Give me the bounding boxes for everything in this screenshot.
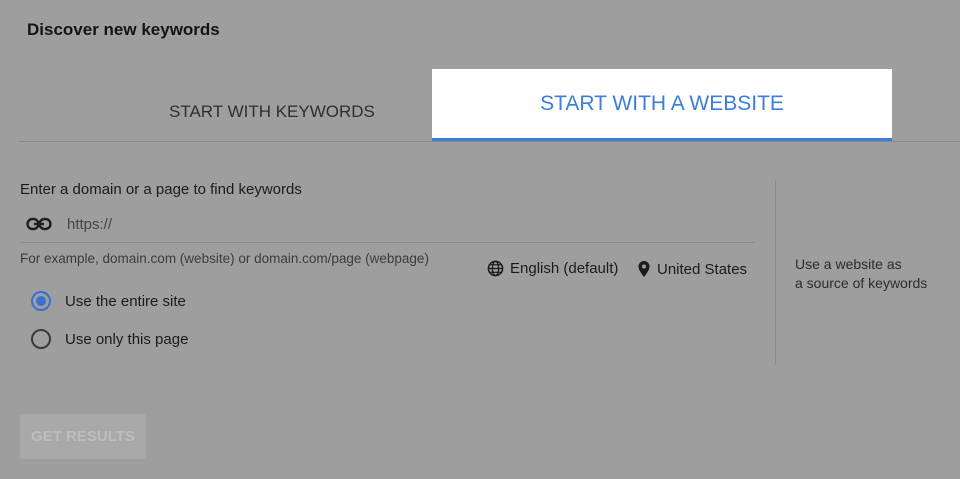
url-input[interactable] [67,212,727,236]
tab-start-with-keywords[interactable]: START WITH KEYWORDS [19,69,432,141]
location-label: United States [657,260,748,278]
radio-button-unchecked[interactable] [31,329,51,349]
language-selector[interactable]: English (default) [487,260,618,277]
radio-use-entire-site[interactable]: Use the entire site [31,291,186,311]
location-selector[interactable]: United States [637,260,747,278]
active-tab-indicator [432,138,892,141]
globe-icon [487,260,504,277]
radio-label: Use only this page [65,330,189,348]
radio-label: Use the entire site [65,292,186,310]
side-note-line: Use a website as [795,256,902,272]
page-title: Discover new keywords [27,20,220,39]
url-field-label: Enter a domain or a page to find keyword… [20,181,302,198]
link-icon [26,217,52,231]
tab-label: START WITH KEYWORDS [169,102,375,121]
tab-bar: START WITH KEYWORDS START WITH A WEBSITE [19,69,960,142]
location-pin-icon [638,261,650,277]
url-field [20,207,755,243]
radio-button-checked[interactable] [31,291,51,311]
tab-label: START WITH A WEBSITE [540,92,784,115]
tab-start-with-website[interactable]: START WITH A WEBSITE [432,69,892,141]
language-label: English (default) [510,260,619,277]
url-hint: For example, domain.com (website) or dom… [20,251,429,266]
radio-use-only-this-page[interactable]: Use only this page [31,329,188,349]
vertical-divider [775,180,776,365]
get-results-button[interactable]: GET RESULTS [20,414,146,459]
side-note: Use a website as a source of keywords [795,255,955,293]
side-note-line: a source of keywords [795,275,928,291]
